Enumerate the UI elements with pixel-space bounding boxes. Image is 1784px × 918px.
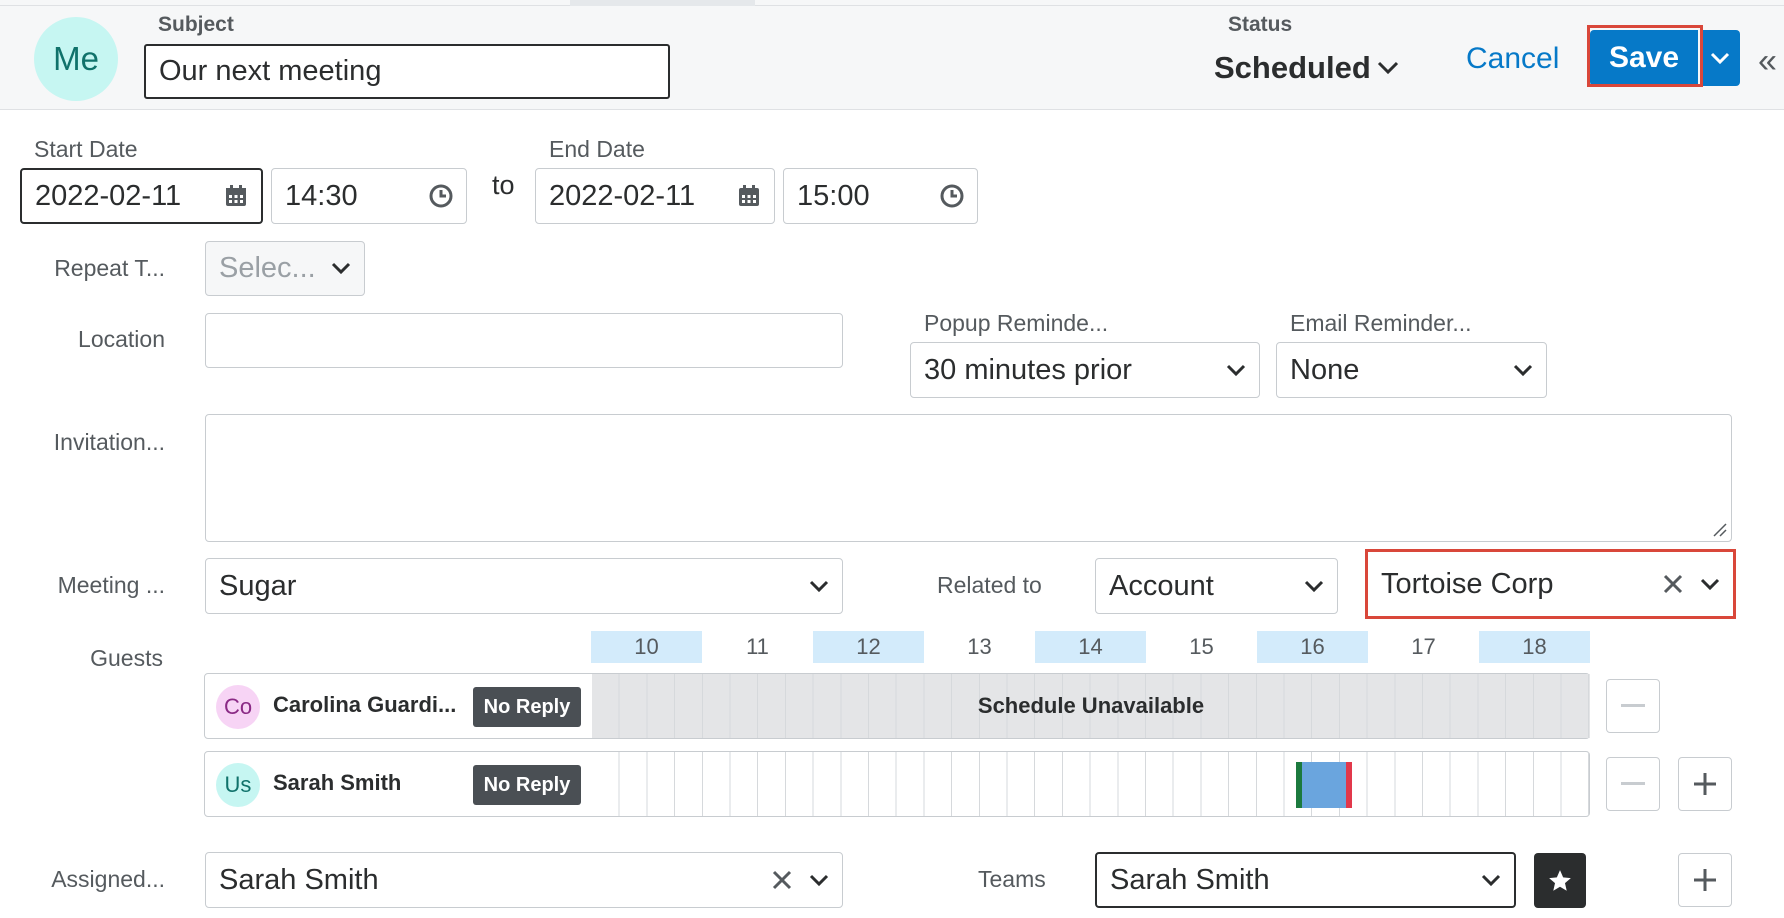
star-icon — [1549, 869, 1571, 891]
avatar-initials: Me — [53, 40, 99, 77]
chevron-down-icon — [1226, 364, 1246, 376]
invitation-label: Invitation... — [53, 429, 165, 455]
meeting-type-value: Sugar — [219, 569, 297, 602]
primary-team-button[interactable] — [1534, 853, 1586, 908]
guest-name[interactable]: Carolina Guardi... — [273, 692, 456, 718]
hour-label: 15 — [1189, 634, 1214, 659]
guest-schedule-timeline — [592, 752, 1590, 816]
meeting-time-block — [1302, 762, 1346, 808]
top-tab-line — [0, 0, 1784, 6]
close-icon[interactable] — [771, 869, 793, 891]
guest-row: Us Sarah Smith No Reply — [204, 751, 1590, 817]
teams-label: Teams — [978, 866, 1046, 892]
minus-icon — [1621, 704, 1645, 707]
assigned-label: Assigned... — [51, 866, 165, 892]
calendar-icon[interactable] — [737, 184, 761, 208]
start-date-value: 2022-02-11 — [35, 179, 182, 212]
invitation-textarea[interactable] — [205, 414, 1732, 542]
add-guest-button[interactable] — [1678, 757, 1732, 811]
plus-icon — [1694, 869, 1716, 891]
related-module-select[interactable]: Account — [1095, 558, 1338, 614]
guest-avatar: Co — [216, 685, 260, 729]
location-label: Location — [78, 326, 165, 352]
guest-schedule-timeline: Schedule Unavailable — [592, 674, 1590, 738]
end-date-value: 2022-02-11 — [549, 179, 696, 212]
popup-reminder-label: Popup Reminde... — [924, 310, 1109, 336]
hour-label: 14 — [1035, 631, 1146, 663]
hour-label: 18 — [1479, 631, 1590, 663]
date-range-separator: to — [492, 170, 515, 200]
related-to-label: Related to — [937, 572, 1042, 598]
hour-label: 12 — [813, 631, 924, 663]
start-date-input[interactable]: 2022-02-11 — [20, 168, 263, 224]
meeting-type-select[interactable]: Sugar — [205, 558, 843, 614]
guest-row: Co Carolina Guardi... No Reply Schedule … — [204, 673, 1590, 739]
plus-icon — [1694, 773, 1716, 795]
chevron-down-icon — [1513, 364, 1533, 376]
start-time-input[interactable]: 14:30 — [271, 168, 467, 224]
location-input[interactable] — [205, 313, 843, 368]
double-chevron-left-icon[interactable]: « — [1758, 42, 1777, 81]
meeting-end-marker — [1346, 762, 1352, 808]
popup-reminder-value: 30 minutes prior — [924, 353, 1132, 386]
email-reminder-value: None — [1290, 353, 1360, 386]
calendar-icon[interactable] — [224, 184, 248, 208]
schedule-unavailable-text: Schedule Unavailable — [977, 693, 1205, 718]
end-time-value: 15:00 — [797, 179, 870, 212]
guest-avatar: Us — [216, 763, 260, 807]
status-label: Status — [1228, 13, 1293, 36]
remove-guest-button[interactable] — [1606, 757, 1660, 811]
assigned-user-value: Sarah Smith — [219, 863, 379, 896]
hour-label: 17 — [1411, 634, 1436, 659]
chevron-down-icon — [331, 262, 351, 275]
chevron-down-icon — [809, 580, 829, 592]
add-team-button[interactable] — [1678, 853, 1732, 907]
status-badge: No Reply — [473, 687, 581, 727]
chevron-down-icon — [1304, 580, 1324, 592]
end-date-label: End Date — [549, 136, 645, 162]
status-value: Scheduled — [1214, 50, 1371, 85]
chevron-down-icon — [809, 874, 829, 886]
hour-label: 10 — [591, 631, 702, 663]
email-reminder-select[interactable]: None — [1276, 342, 1547, 398]
active-tab-strip[interactable] — [570, 0, 755, 6]
subject-input[interactable]: Our next meeting — [144, 44, 670, 99]
popup-reminder-select[interactable]: 30 minutes prior — [910, 342, 1260, 398]
guests-label: Guests — [90, 645, 163, 671]
guest-name[interactable]: Sarah Smith — [273, 770, 401, 796]
meeting-type-label: Meeting ... — [57, 572, 165, 598]
cancel-button[interactable]: Cancel — [1466, 42, 1559, 76]
save-dropdown-toggle[interactable] — [1700, 30, 1740, 86]
teams-value: Sarah Smith — [1110, 863, 1270, 896]
status-dropdown[interactable]: Scheduled — [1214, 50, 1399, 86]
chevron-down-icon — [1481, 874, 1501, 886]
repeat-type-select[interactable]: Selec... — [205, 241, 365, 296]
related-record-highlight-box — [1365, 549, 1736, 619]
related-module-value: Account — [1109, 569, 1214, 602]
hour-label: 16 — [1257, 631, 1368, 663]
end-time-input[interactable]: 15:00 — [783, 168, 978, 224]
avatar: Me — [34, 17, 118, 101]
chevron-down-icon — [1377, 61, 1398, 75]
teams-select[interactable]: Sarah Smith — [1095, 852, 1516, 908]
clock-icon[interactable] — [429, 184, 453, 208]
chevron-down-icon — [1710, 52, 1730, 64]
start-date-label: Start Date — [34, 136, 138, 162]
repeat-type-placeholder: Selec... — [219, 252, 316, 284]
end-date-input[interactable]: 2022-02-11 — [535, 168, 775, 224]
assigned-user-select[interactable]: Sarah Smith — [205, 852, 843, 908]
start-time-value: 14:30 — [285, 179, 358, 212]
subject-label: Subject — [158, 13, 234, 36]
hour-label: 13 — [967, 634, 992, 659]
status-badge: No Reply — [473, 765, 581, 805]
minus-icon — [1621, 782, 1645, 785]
save-highlight-box — [1587, 25, 1703, 87]
repeat-type-label: Repeat T... — [54, 255, 165, 281]
hour-label: 11 — [746, 634, 769, 659]
remove-guest-button[interactable] — [1606, 679, 1660, 733]
clock-icon[interactable] — [940, 184, 964, 208]
resize-handle-icon[interactable] — [1711, 521, 1727, 537]
email-reminder-label: Email Reminder... — [1290, 310, 1472, 336]
